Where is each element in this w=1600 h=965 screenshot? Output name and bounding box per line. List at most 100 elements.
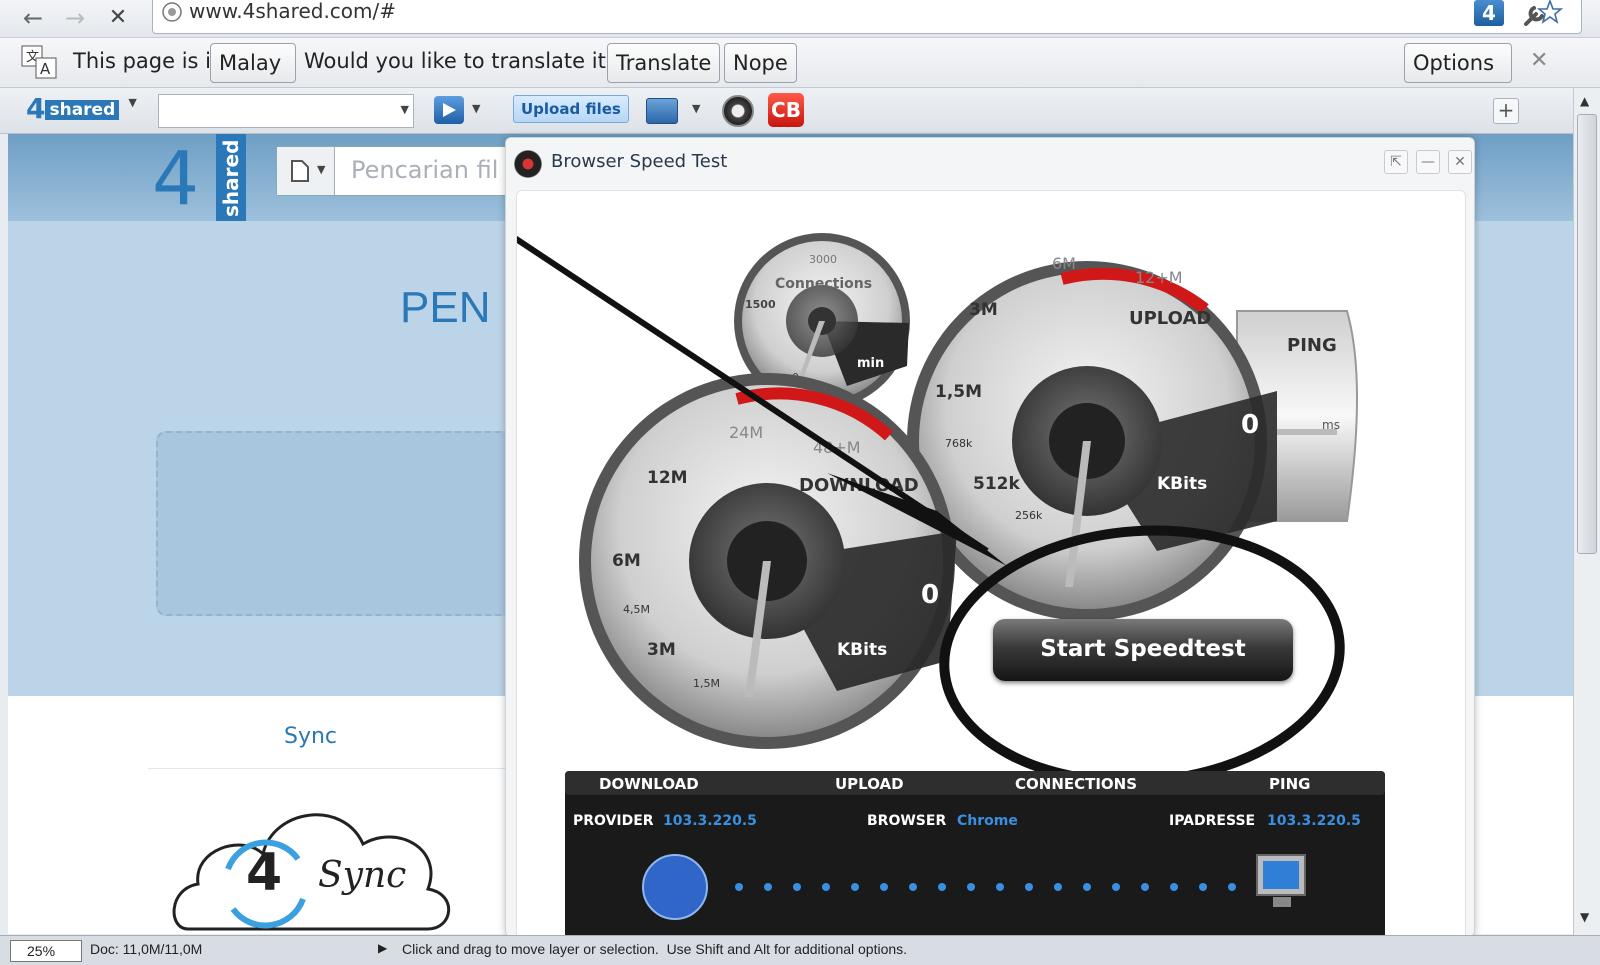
close-infobar-icon[interactable]: ✕: [1530, 48, 1548, 73]
chevron-down-icon[interactable]: ▼: [692, 102, 700, 115]
site-logo-word-box: shared: [216, 134, 246, 221]
upload-tick-256k: 256k: [1015, 509, 1043, 522]
globe-icon: [162, 2, 182, 22]
url-text: www.4shared.com/#: [189, 0, 397, 23]
nope-button[interactable]: Nope: [724, 43, 797, 83]
toolbar-search-input[interactable]: ▼: [158, 94, 414, 128]
close-icon[interactable]: ✕: [1448, 150, 1472, 174]
ping-title: PING: [1287, 335, 1337, 356]
play-arrow-icon[interactable]: ▶: [378, 941, 387, 955]
toolbar-go-button[interactable]: [434, 96, 464, 124]
extension-4shared-icon[interactable]: 4: [1474, 0, 1504, 26]
upload-unit: KBits: [1157, 474, 1207, 494]
stop-button[interactable]: ✕: [103, 4, 133, 32]
chevron-down-icon: ▼: [128, 96, 137, 109]
4sync-logo-num: 4: [246, 843, 283, 903]
speedometer-icon[interactable]: [722, 95, 754, 127]
upload-tick-1-5m: 1,5M: [935, 382, 982, 402]
connections-title: Connections: [775, 276, 872, 292]
browser-label: BROWSER: [867, 813, 946, 829]
site-search-box[interactable]: ▼ Pencarian fil: [276, 146, 506, 196]
site-logo-word: shared: [219, 139, 243, 217]
back-button[interactable]: ←: [18, 4, 48, 32]
site-headline: PEN: [400, 283, 491, 332]
upload-files-button[interactable]: Upload files: [513, 95, 629, 123]
options-button[interactable]: Options ▼: [1404, 43, 1512, 111]
results-panel: DOWNLOAD UPLOAD CONNECTIONS PING PROVIDE…: [565, 771, 1385, 951]
popout-icon[interactable]: ⇱: [1384, 150, 1408, 174]
screenshot-tool-icon[interactable]: [646, 98, 678, 124]
translate-question-text: Would you like to translate it?: [304, 49, 617, 73]
download-tick-3m: 3M: [647, 640, 676, 660]
chevron-down-icon[interactable]: ▼: [472, 102, 480, 115]
upload-tick-12m: 12+M: [1135, 268, 1183, 287]
start-speedtest-button[interactable]: Start Speedtest: [993, 619, 1293, 681]
site-search-placeholder: Pencarian fil: [351, 156, 499, 184]
document-icon: [291, 160, 309, 182]
4shared-toolbar-logo[interactable]: 4 shared ▼: [26, 95, 137, 124]
minimize-icon[interactable]: —: [1416, 150, 1440, 174]
page-scrollbar[interactable]: ▲ ▼: [1573, 88, 1600, 935]
scroll-thumb[interactable]: [1577, 114, 1597, 554]
cb-button[interactable]: CB: [768, 93, 804, 127]
arrow-right-icon: [443, 103, 456, 117]
download-value: 0: [921, 580, 939, 610]
forward-button[interactable]: →: [60, 4, 90, 32]
file-type-dropdown[interactable]: ▼: [277, 147, 335, 195]
connections-unit: min: [857, 356, 884, 371]
download-tick-6m: 6M: [612, 551, 641, 571]
translate-prefix-text: This page is in: [73, 49, 225, 73]
upload-tick-768k: 768k: [945, 437, 973, 450]
toolbar-logo-num: 4: [26, 92, 46, 125]
omnibox[interactable]: www.4shared.com/#: [152, 0, 1582, 34]
results-col-upload: UPLOAD: [835, 775, 904, 793]
language-select[interactable]: Malay ▼: [210, 43, 296, 111]
scroll-down-arrow[interactable]: ▼: [1580, 910, 1589, 924]
speed-test-dialog: Browser Speed Test ⇱ — ✕ PING ms 6M 12+M…: [505, 137, 1475, 951]
toolbar-logo-word: shared: [45, 100, 120, 120]
download-tick-1-5m: 1,5M: [693, 677, 720, 690]
sync-divider: [148, 768, 548, 769]
results-col-download: DOWNLOAD: [599, 775, 699, 793]
upload-tick-6m: 6M: [1052, 254, 1076, 273]
speed-test-panel: PING ms 6M 12+M UPLOAD 3M 1,5M 768k 512k: [516, 190, 1466, 951]
translate-button[interactable]: Translate: [607, 43, 721, 83]
provider-value: 103.3.220.5: [663, 813, 757, 829]
scroll-up-arrow[interactable]: ▲: [1580, 94, 1589, 108]
results-col-connections: CONNECTIONS: [1015, 775, 1137, 793]
site-logo[interactable]: 4 shared: [152, 134, 252, 222]
add-toolbar-button[interactable]: +: [1493, 98, 1519, 124]
wrench-icon[interactable]: [1520, 0, 1550, 28]
sync-link[interactable]: Sync: [284, 724, 337, 749]
provider-label: PROVIDER: [573, 813, 654, 829]
language-value: Malay: [219, 51, 282, 75]
download-tick-12m: 12M: [647, 468, 688, 488]
4sync-logo-word: Sync: [318, 855, 407, 896]
results-col-ping: PING: [1269, 775, 1310, 793]
download-tick-4-5m: 4,5M: [623, 603, 650, 616]
globe-icon: [642, 854, 708, 920]
chevron-down-icon: ▼: [317, 163, 326, 176]
4sync-logo[interactable]: 4 Sync: [168, 789, 458, 934]
svg-text:A: A: [40, 60, 51, 78]
upload-tick-512k: 512k: [973, 474, 1020, 494]
ip-label: IPADRESSE: [1169, 813, 1255, 829]
ip-value: 103.3.220.5: [1267, 813, 1361, 829]
translate-infobar: 文A This page is in Malay ▼ Would you lik…: [0, 38, 1600, 111]
chevron-down-icon: ▼: [400, 103, 409, 116]
connections-tick-3000: 3000: [809, 253, 837, 266]
zoom-field[interactable]: 25%: [10, 940, 82, 962]
upload-drop-zone[interactable]: [156, 431, 556, 616]
browser-value: Chrome: [957, 813, 1018, 829]
upload-gauge: 6M 12+M UPLOAD 3M 1,5M 768k 512k 256k 0 …: [907, 254, 1277, 621]
download-unit: KBits: [837, 640, 887, 660]
dialog-title: Browser Speed Test: [551, 151, 728, 172]
speed-gauges: PING ms 6M 12+M UPLOAD 3M 1,5M 768k 512k: [517, 233, 1385, 951]
upload-value: 0: [1241, 410, 1259, 440]
cloud-icon: [172, 813, 451, 931]
translate-icon: 文A: [21, 45, 57, 79]
ping-unit: ms: [1322, 418, 1340, 432]
address-bar: ← → ✕ www.4shared.com/# 4: [0, 0, 1600, 38]
upload-tick-3m: 3M: [969, 300, 998, 320]
download-gauge: 24M 48+M DOWNLOAD 12M 6M 4,5M 3M 1,5M 0 …: [579, 373, 957, 749]
